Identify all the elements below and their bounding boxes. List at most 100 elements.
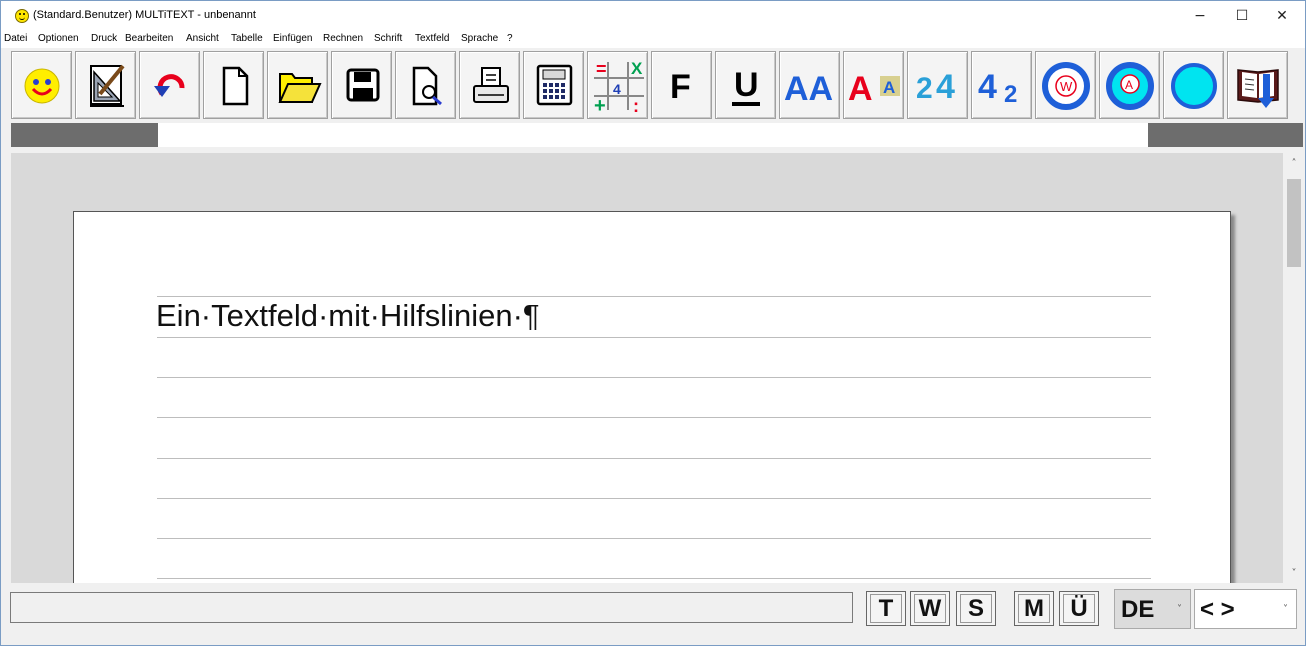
save-button[interactable] xyxy=(331,51,392,119)
guide-line xyxy=(157,458,1151,459)
book-download-button[interactable] xyxy=(1227,51,1288,119)
svg-text:4: 4 xyxy=(978,68,997,106)
math-operations-icon: = 4 X + : xyxy=(594,59,644,117)
key-ue-button[interactable]: Ü xyxy=(1059,591,1099,626)
svg-text:A: A xyxy=(1125,78,1133,92)
circle-a-button[interactable]: A xyxy=(1099,51,1160,119)
subscript-icon: 4 2 xyxy=(978,68,1017,108)
svg-text:F: F xyxy=(670,68,691,106)
svg-text:A: A xyxy=(848,70,873,108)
drawing-button[interactable] xyxy=(75,51,136,119)
guide-line xyxy=(157,498,1151,499)
calculator-button[interactable] xyxy=(523,51,584,119)
menu-druck[interactable]: Druck xyxy=(91,33,117,44)
print-preview-icon xyxy=(412,66,442,106)
font-size-aa-icon: AA xyxy=(784,70,833,108)
key-s-button[interactable]: S xyxy=(956,591,996,626)
menu-help[interactable]: ? xyxy=(507,33,513,44)
key-m-button[interactable]: M xyxy=(1014,591,1054,626)
svg-text:W: W xyxy=(1060,79,1073,94)
circle-w-icon: W xyxy=(1042,62,1090,110)
language-select[interactable]: DE ˅ xyxy=(1114,589,1191,629)
circle-w-button[interactable]: W xyxy=(1035,51,1096,119)
menu-schrift[interactable]: Schrift xyxy=(374,33,402,44)
language-value: DE xyxy=(1121,596,1155,623)
menu-rechnen[interactable]: Rechnen xyxy=(323,33,363,44)
print-preview-button[interactable] xyxy=(395,51,456,119)
undo-button[interactable] xyxy=(139,51,200,119)
circle-a-icon: A xyxy=(1106,62,1154,110)
menu-einfuegen[interactable]: Einfügen xyxy=(273,33,312,44)
chevron-down-icon: ˅ xyxy=(1283,604,1288,615)
app-window: (Standard.Benutzer) MULTiTEXT - unbenann… xyxy=(0,0,1306,646)
text-paragraph[interactable]: Ein·Textfeld·mit·Hilfslinien·¶ xyxy=(156,298,540,334)
ruler-area[interactable] xyxy=(158,123,1148,147)
main-toolbar: = 4 X + : F U AA A A 2 4 4 2 W A xyxy=(11,51,1303,119)
smiley-button[interactable] xyxy=(11,51,72,119)
menu-bar: Datei Optionen Druck Bearbeiten Ansicht … xyxy=(1,32,1305,48)
status-message xyxy=(10,592,853,623)
smiley-icon xyxy=(24,68,60,104)
guide-line xyxy=(157,578,1151,579)
new-document-icon xyxy=(222,66,249,106)
guide-line xyxy=(157,538,1151,539)
svg-text:AA: AA xyxy=(784,70,833,108)
guide-line xyxy=(157,296,1151,297)
document-workspace: Ein·Textfeld·mit·Hilfslinien·¶ xyxy=(11,153,1283,583)
svg-text::: : xyxy=(633,96,639,116)
navigation-select[interactable]: < > ˅ xyxy=(1194,589,1297,629)
underline-button[interactable]: U xyxy=(715,51,776,119)
underline-icon: U xyxy=(732,66,760,106)
menu-ansicht[interactable]: Ansicht xyxy=(186,33,219,44)
subscript-button[interactable]: 4 2 xyxy=(971,51,1032,119)
menu-tabelle[interactable]: Tabelle xyxy=(231,33,263,44)
circle-blue-button[interactable] xyxy=(1163,51,1224,119)
printer-icon xyxy=(473,67,509,103)
font-highlight-button[interactable]: A A xyxy=(843,51,904,119)
smiley-app-icon xyxy=(15,9,29,23)
circle-blue-icon xyxy=(1171,63,1217,109)
title-bar: (Standard.Benutzer) MULTiTEXT - unbenann… xyxy=(1,1,1305,32)
scrollbar-thumb[interactable] xyxy=(1287,179,1301,267)
new-document-button[interactable] xyxy=(203,51,264,119)
drawing-tools-icon xyxy=(90,64,125,107)
navigation-value: < > xyxy=(1200,596,1235,623)
menu-sprache[interactable]: Sprache xyxy=(461,33,498,44)
scroll-up-icon[interactable]: ˄ xyxy=(1285,157,1303,171)
svg-text:A: A xyxy=(883,78,895,97)
key-t-button[interactable]: T xyxy=(866,591,906,626)
scroll-down-icon[interactable]: ˅ xyxy=(1285,567,1303,581)
calculator-icon xyxy=(536,64,573,106)
superscript-icon: 2 4 xyxy=(916,68,955,106)
svg-text:+: + xyxy=(594,95,606,117)
svg-text:X: X xyxy=(631,59,643,78)
ruler-bar xyxy=(11,123,1303,147)
menu-datei[interactable]: Datei xyxy=(4,33,27,44)
menu-optionen[interactable]: Optionen xyxy=(38,33,79,44)
document-page[interactable]: Ein·Textfeld·mit·Hilfslinien·¶ xyxy=(73,211,1231,583)
menu-bearbeiten[interactable]: Bearbeiten xyxy=(125,33,173,44)
svg-text:U: U xyxy=(734,66,759,104)
font-letter-icon: F xyxy=(670,68,691,106)
font-button[interactable]: F xyxy=(651,51,712,119)
superscript-button[interactable]: 2 4 xyxy=(907,51,968,119)
svg-text:4: 4 xyxy=(613,81,621,97)
print-button[interactable] xyxy=(459,51,520,119)
close-button[interactable]: ✕ xyxy=(1259,1,1305,32)
minimize-button[interactable]: − xyxy=(1177,1,1223,32)
font-size-button[interactable]: AA xyxy=(779,51,840,119)
book-download-icon xyxy=(1237,69,1279,108)
guide-line xyxy=(157,377,1151,378)
chevron-down-icon: ˅ xyxy=(1177,604,1182,615)
vertical-scrollbar[interactable]: ˄ ˅ xyxy=(1285,153,1303,583)
save-disk-icon xyxy=(346,68,380,102)
key-w-button[interactable]: W xyxy=(910,591,950,626)
font-highlight-aa-icon: A A xyxy=(848,70,900,108)
open-folder-button[interactable] xyxy=(267,51,328,119)
math-operations-button[interactable]: = 4 X + : xyxy=(587,51,648,119)
undo-icon xyxy=(154,74,185,97)
menu-textfeld[interactable]: Textfeld xyxy=(415,33,449,44)
svg-text:4: 4 xyxy=(936,68,955,106)
guide-line xyxy=(157,417,1151,418)
guide-line xyxy=(157,337,1151,338)
